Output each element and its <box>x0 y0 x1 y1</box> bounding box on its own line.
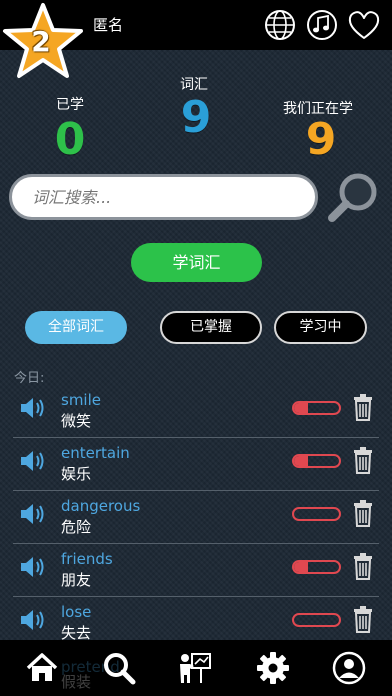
tab-learning[interactable]: 学习中 <box>274 311 367 344</box>
progress-bar <box>292 613 341 627</box>
settings-gear-icon[interactable] <box>255 650 291 686</box>
progress-fill <box>294 562 308 572</box>
progress-bar <box>292 454 341 468</box>
home-icon[interactable] <box>24 650 60 686</box>
trash-icon[interactable] <box>352 446 374 474</box>
search-icon[interactable] <box>101 650 137 686</box>
vocab-count: 9 <box>180 92 212 143</box>
word-english: entertain <box>61 444 130 462</box>
word-english: lose <box>61 603 92 621</box>
learned-label: 已学 <box>56 97 84 113</box>
speaker-icon[interactable] <box>19 554 47 580</box>
section-label-today: 今日: <box>14 371 45 386</box>
search-input[interactable] <box>9 174 318 220</box>
progress-bar <box>292 507 341 521</box>
teacher-board-icon[interactable] <box>177 650 213 686</box>
learned-count: 0 <box>54 114 86 165</box>
speaker-icon[interactable] <box>19 501 47 527</box>
list-item[interactable]: friends 朋友 <box>13 544 379 597</box>
speaker-icon[interactable] <box>19 607 47 633</box>
speaker-icon[interactable] <box>19 448 47 474</box>
list-item[interactable]: lose 失去 <box>13 597 379 640</box>
level-number: 2 <box>31 25 51 58</box>
trash-icon[interactable] <box>352 552 374 580</box>
tab-mastered[interactable]: 已掌握 <box>160 311 262 344</box>
music-note-icon[interactable] <box>305 8 339 42</box>
list-item[interactable]: dangerous 危险 <box>13 491 379 544</box>
list-item[interactable]: entertain 娱乐 <box>13 438 379 491</box>
word-english: smile <box>61 391 101 409</box>
word-chinese: 失去 <box>61 624 92 640</box>
word-chinese: 朋友 <box>61 571 92 589</box>
trash-icon[interactable] <box>352 605 374 633</box>
profile-icon[interactable] <box>331 650 367 686</box>
learn-vocab-button[interactable]: 学词汇 <box>131 243 262 282</box>
progress-fill <box>294 456 308 466</box>
word-chinese: 危险 <box>61 518 92 536</box>
search-icon[interactable] <box>326 170 382 226</box>
progress-bar <box>292 401 341 415</box>
word-english: friends <box>61 550 113 568</box>
list-item[interactable]: smile 微笑 <box>13 385 379 438</box>
speaker-icon[interactable] <box>19 395 47 421</box>
progress-bar <box>292 560 341 574</box>
heart-icon[interactable] <box>347 8 381 42</box>
word-english: dangerous <box>61 497 141 515</box>
vocab-label: 词汇 <box>180 77 208 93</box>
trash-icon[interactable] <box>352 393 374 421</box>
word-chinese: 微笑 <box>61 412 92 430</box>
globe-icon[interactable] <box>263 8 297 42</box>
bottom-nav-bar: pretend 假装 <box>0 640 392 696</box>
username[interactable]: 匿名 <box>93 14 123 35</box>
word-chinese: 娱乐 <box>61 465 92 483</box>
trash-icon[interactable] <box>352 499 374 527</box>
learning-count: 9 <box>305 114 337 165</box>
progress-fill <box>294 403 308 413</box>
tab-all-words[interactable]: 全部词汇 <box>25 311 127 344</box>
